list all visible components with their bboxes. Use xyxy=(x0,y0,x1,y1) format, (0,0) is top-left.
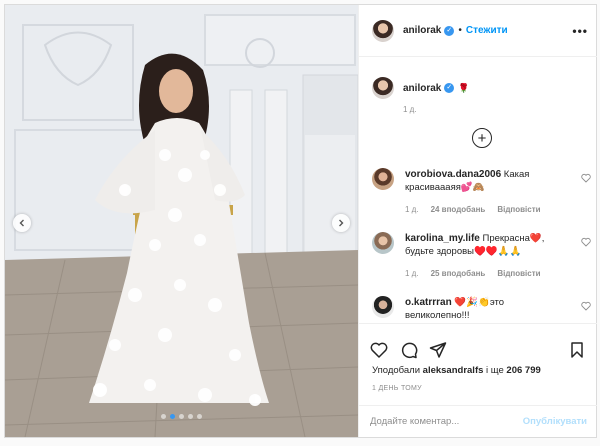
next-slide-button[interactable] xyxy=(332,214,350,232)
plus-icon: + xyxy=(477,129,487,147)
like-heart-icon[interactable] xyxy=(370,341,388,359)
verified-badge-icon: ✓ xyxy=(444,83,455,93)
comment-likes-count[interactable]: 25 вподобань xyxy=(431,269,486,278)
like-comment-heart-icon[interactable] xyxy=(581,173,591,183)
commenter-username[interactable]: vorobiova.dana2006 xyxy=(405,169,501,180)
carousel-dot xyxy=(170,414,175,419)
carousel-dot xyxy=(197,414,202,419)
reply-button[interactable]: Відповісти xyxy=(497,205,540,214)
follow-button[interactable]: Стежити xyxy=(466,25,508,36)
author-username[interactable]: anilorak xyxy=(403,25,441,36)
author-avatar[interactable] xyxy=(372,19,394,42)
instagram-post: anilorak ✓ • Стежити ••• anilorak ✓ 🌹 1 … xyxy=(4,4,597,438)
commenter-avatar[interactable] xyxy=(372,232,394,254)
more-options-icon[interactable]: ••• xyxy=(572,24,588,38)
post-side-panel: anilorak ✓ • Стежити ••• anilorak ✓ 🌹 1 … xyxy=(358,5,597,437)
caption-author-avatar[interactable] xyxy=(372,77,394,99)
like-comment-heart-icon[interactable] xyxy=(581,301,591,311)
commenter-username[interactable]: karolina_my.life xyxy=(405,233,480,244)
comment-bubble-icon[interactable] xyxy=(400,341,418,359)
carousel-dot xyxy=(188,414,193,419)
post-timestamp[interactable]: 1 день тому xyxy=(372,385,422,392)
caption-text: 🌹 xyxy=(458,82,470,93)
like-comment-heart-icon[interactable] xyxy=(581,237,591,247)
post-photo[interactable] xyxy=(5,5,358,437)
comment-input[interactable] xyxy=(370,416,523,427)
comment-item: o.katrrran ❤️🎉👏это великолепно!!! xyxy=(372,296,592,326)
caption-time: 1 д. xyxy=(403,105,417,114)
comment-likes-count[interactable]: 24 вподобань xyxy=(431,205,486,214)
commenter-avatar[interactable] xyxy=(372,296,394,318)
post-caption: anilorak ✓ 🌹 1 д. xyxy=(372,77,470,114)
commenter-avatar[interactable] xyxy=(372,168,394,190)
add-comment-form: Опублікувати xyxy=(359,405,597,437)
reply-button[interactable]: Відповісти xyxy=(497,269,540,278)
comment-time: 1 д. xyxy=(405,205,419,214)
previous-slide-button[interactable] xyxy=(13,214,31,232)
carousel-dot xyxy=(161,414,166,419)
liked-by-count[interactable]: 206 799 xyxy=(506,365,540,376)
photo-scene xyxy=(5,5,358,437)
liked-by-user[interactable]: aleksandralfs xyxy=(423,365,484,376)
commenter-username[interactable]: o.katrrran xyxy=(405,297,452,308)
bookmark-save-icon[interactable] xyxy=(568,341,586,359)
caption-author-username[interactable]: anilorak xyxy=(403,83,441,94)
carousel-indicator xyxy=(5,414,358,419)
separator-dot: • xyxy=(458,25,462,36)
chevron-left-icon xyxy=(19,219,24,227)
liked-by-summary: Уподобали aleksandralfs і ще 206 799 xyxy=(372,365,541,376)
carousel-dot xyxy=(179,414,184,419)
chevron-right-icon xyxy=(339,219,344,227)
share-paper-plane-icon[interactable] xyxy=(429,341,447,359)
verified-badge-icon: ✓ xyxy=(444,25,455,36)
load-more-comments-button[interactable]: + xyxy=(472,128,492,148)
publish-comment-button[interactable]: Опублікувати xyxy=(523,416,587,427)
liked-by-connector: і ще xyxy=(486,365,504,376)
liked-by-prefix: Уподобали xyxy=(372,365,421,376)
comment-item: vorobiova.dana2006 Какая красиваааяя💕🙈 1… xyxy=(372,168,592,220)
comment-item: karolina_my.life Прекрасна❤️, будьте здо… xyxy=(372,232,592,284)
post-header: anilorak ✓ • Стежити ••• xyxy=(359,5,597,57)
comment-time: 1 д. xyxy=(405,269,419,278)
